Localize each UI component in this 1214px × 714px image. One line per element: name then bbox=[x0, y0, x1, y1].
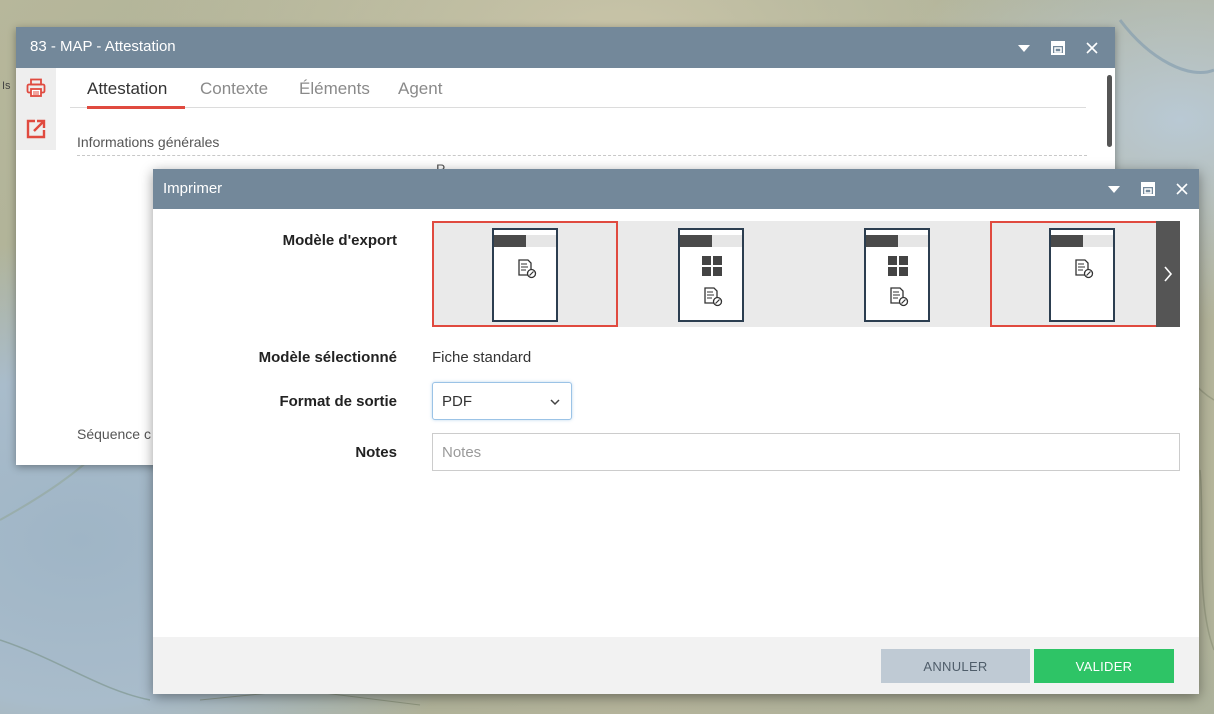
attestation-tabs: Attestation Contexte Éléments Agent bbox=[70, 68, 1086, 109]
chevron-right-icon bbox=[1164, 266, 1173, 282]
attestation-window-titlebar[interactable]: 83 - MAP - Attestation bbox=[16, 27, 1115, 68]
scrollbar-thumb[interactable] bbox=[1107, 75, 1112, 147]
export-template-carousel bbox=[432, 221, 1180, 327]
output-format-label: Format de sortie bbox=[279, 393, 397, 410]
form-page-icon bbox=[1073, 258, 1095, 285]
notes-input[interactable] bbox=[432, 433, 1180, 471]
carousel-next-button[interactable] bbox=[1156, 221, 1180, 327]
export-icon[interactable] bbox=[25, 118, 47, 140]
grid-icon bbox=[702, 256, 722, 276]
print-dialog-title: Imprimer bbox=[163, 180, 223, 197]
close-icon[interactable] bbox=[1165, 169, 1199, 209]
document-template-icon bbox=[492, 228, 558, 322]
template-thumbnail[interactable] bbox=[990, 221, 1158, 327]
document-template-icon bbox=[1049, 228, 1115, 322]
section-sequence[interactable]: Séquence c bbox=[77, 426, 151, 442]
selected-model-label: Modèle sélectionné bbox=[258, 349, 397, 366]
printer-icon[interactable] bbox=[25, 77, 47, 99]
collapse-icon[interactable] bbox=[1097, 169, 1131, 209]
side-toolbar bbox=[16, 68, 56, 150]
form-page-icon bbox=[888, 286, 910, 313]
grid-document-template-icon bbox=[864, 228, 930, 322]
tab-attestation[interactable]: Attestation bbox=[87, 79, 167, 99]
notes-label: Notes bbox=[355, 444, 397, 461]
export-model-label: Modèle d'export bbox=[282, 232, 397, 249]
grid-icon bbox=[888, 256, 908, 276]
tab-contexte[interactable]: Contexte bbox=[200, 79, 268, 99]
chevron-down-icon bbox=[549, 395, 561, 413]
grid-document-template-icon bbox=[678, 228, 744, 322]
template-thumbnail[interactable] bbox=[432, 221, 618, 327]
attestation-window-title: 83 - MAP - Attestation bbox=[30, 38, 176, 55]
active-tab-indicator bbox=[87, 106, 185, 109]
template-thumbnail[interactable] bbox=[618, 221, 804, 327]
dialog-footer: ANNULER VALIDER bbox=[153, 637, 1199, 694]
validate-button[interactable]: VALIDER bbox=[1034, 649, 1174, 683]
form-page-icon bbox=[702, 286, 724, 313]
print-dialog-titlebar[interactable]: Imprimer bbox=[153, 169, 1199, 209]
print-dialog: Imprimer Modèle d'export Modèle sélectio… bbox=[153, 169, 1199, 694]
map-edge-label: Is bbox=[2, 80, 11, 92]
output-format-value: PDF bbox=[442, 393, 472, 410]
selected-model-value: Fiche standard bbox=[432, 349, 532, 366]
restore-window-icon[interactable] bbox=[1131, 169, 1165, 209]
template-thumbnail[interactable] bbox=[804, 221, 990, 327]
section-informations-generales[interactable]: Informations générales bbox=[77, 134, 1087, 156]
collapse-icon[interactable] bbox=[1007, 27, 1041, 68]
output-format-select[interactable]: PDF bbox=[432, 382, 572, 420]
tab-elements[interactable]: Éléments bbox=[299, 79, 370, 99]
restore-window-icon[interactable] bbox=[1041, 27, 1075, 68]
form-page-icon bbox=[516, 258, 538, 285]
cancel-button[interactable]: ANNULER bbox=[881, 649, 1030, 683]
tab-agent[interactable]: Agent bbox=[398, 79, 442, 99]
close-icon[interactable] bbox=[1075, 27, 1109, 68]
